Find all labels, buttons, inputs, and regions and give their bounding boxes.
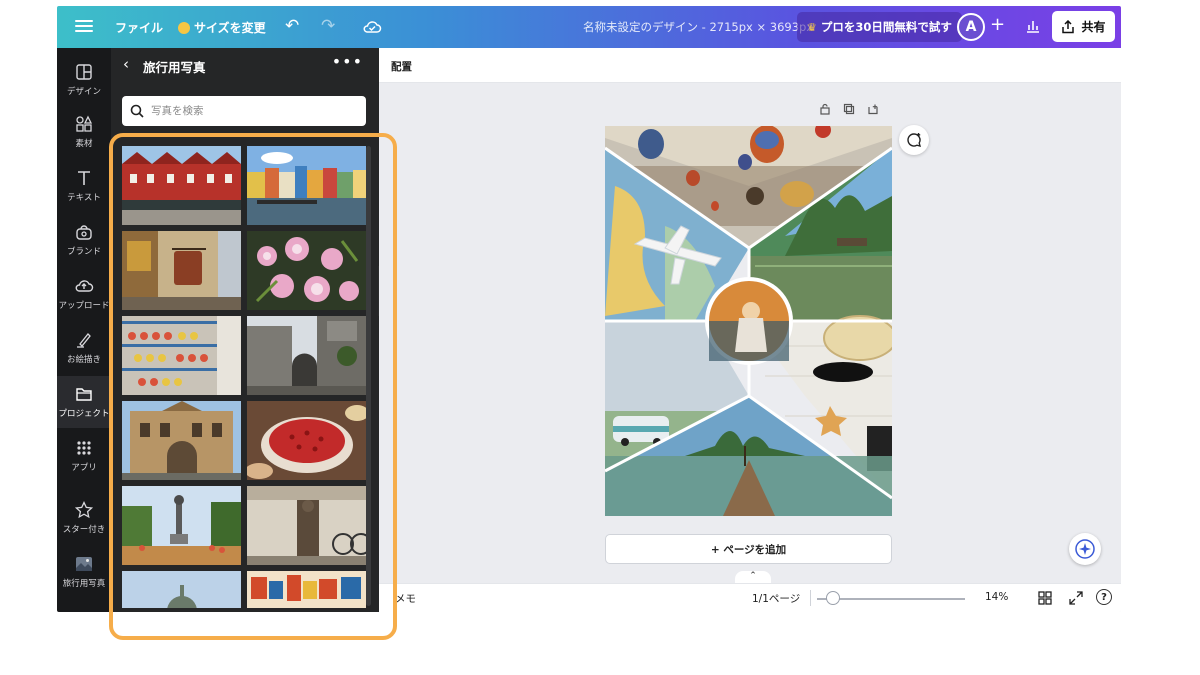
rail-item-draw[interactable]: お絵描き — [57, 330, 111, 370]
rail-label: アップロード — [58, 301, 110, 311]
menu-icon[interactable] — [75, 17, 93, 35]
resize-button[interactable]: サイズを変更 — [178, 19, 266, 36]
sparkle-icon — [1075, 539, 1095, 559]
add-comment-button[interactable] — [899, 125, 929, 155]
divider — [810, 590, 811, 606]
search-input[interactable] — [151, 105, 341, 117]
rail-label: 旅行用写真 — [62, 579, 106, 589]
photo-thumbnail[interactable] — [122, 571, 241, 608]
rail-item-travel-photos[interactable]: 旅行用写真 — [57, 554, 111, 594]
draw-icon — [77, 333, 91, 348]
redo-icon[interactable]: ↷ — [321, 16, 335, 36]
left-rail: デザイン 素材 テキスト ブランド アップロード お絵描き プロジェクト アプリ… — [57, 48, 111, 612]
context-toolbar: 配置 — [379, 48, 1121, 83]
avatar[interactable]: A — [957, 13, 985, 41]
photo-thumbnail[interactable] — [247, 486, 366, 565]
zoom-level[interactable]: 14% — [985, 591, 1008, 603]
photo-thumb-icon — [76, 557, 92, 571]
zoom-slider-knob[interactable] — [826, 591, 840, 605]
photo-thumbnail[interactable] — [122, 486, 241, 565]
canvas-area: + ページを追加 ⌃ — [379, 83, 1121, 585]
more-options-icon[interactable]: ••• — [332, 52, 363, 71]
rail-label: プロジェクト — [58, 409, 110, 419]
bottom-bar: メモ 1/1ページ 14% ? — [379, 583, 1121, 612]
crown-icon: ♛ — [807, 20, 817, 34]
photo-thumbnail[interactable] — [247, 316, 366, 395]
panel-title: 旅行用写真 — [143, 60, 206, 75]
shapes-icon — [76, 115, 93, 132]
text-icon — [78, 171, 90, 185]
add-page-button[interactable]: + ページを追加 — [605, 534, 892, 564]
comment-plus-icon — [907, 133, 921, 147]
rail-label: お絵描き — [66, 355, 101, 365]
rail-item-apps[interactable]: アプリ — [57, 438, 111, 478]
rail-item-elements[interactable]: 素材 — [57, 114, 111, 154]
plus-icon[interactable]: + — [990, 14, 1005, 35]
photo-thumbnail[interactable] — [247, 571, 366, 608]
rail-label: スター付き — [62, 525, 106, 535]
folder-icon — [76, 388, 92, 401]
lock-icon[interactable] — [819, 103, 831, 115]
photo-grid — [122, 146, 366, 608]
insights-icon[interactable] — [1025, 18, 1041, 34]
photo-thumbnail[interactable] — [122, 146, 241, 225]
photo-thumbnail[interactable] — [122, 401, 241, 480]
photo-thumbnail[interactable] — [247, 146, 366, 225]
fullscreen-icon[interactable] — [1069, 591, 1083, 605]
grid-view-icon[interactable] — [1038, 591, 1052, 605]
try-pro-label: プロを30日間無料で試す — [820, 20, 952, 34]
rail-label: アプリ — [71, 463, 97, 473]
file-menu-button[interactable]: ファイル — [115, 19, 163, 36]
photo-thumbnail[interactable] — [247, 401, 366, 480]
page-count[interactable]: 1/1ページ — [752, 591, 800, 606]
position-button[interactable]: 配置 — [391, 59, 412, 74]
panel-scrollbar[interactable] — [366, 146, 371, 606]
notes-button[interactable]: メモ — [395, 591, 416, 606]
rail-item-uploads[interactable]: アップロード — [57, 276, 111, 316]
rail-item-projects[interactable]: プロジェクト — [57, 376, 111, 428]
brand-icon — [76, 225, 92, 240]
share-label: 共有 — [1081, 20, 1106, 34]
cloud-save-icon[interactable] — [362, 17, 382, 37]
share-button[interactable]: 共有 — [1052, 11, 1115, 42]
rail-label: 素材 — [75, 139, 93, 149]
try-pro-button[interactable]: ♛ プロを30日間無料で試す — [797, 12, 962, 42]
star-icon — [74, 500, 94, 519]
rail-label: デザイン — [66, 87, 101, 97]
rail-item-text[interactable]: テキスト — [57, 168, 111, 208]
layout-icon — [76, 64, 92, 80]
share-icon — [1062, 19, 1075, 33]
rail-label: テキスト — [67, 193, 101, 203]
rail-item-design[interactable]: デザイン — [57, 62, 111, 102]
magic-assistant-button[interactable] — [1069, 533, 1101, 565]
back-chevron-icon[interactable]: ‹ — [123, 55, 129, 73]
search-icon — [130, 104, 144, 118]
resize-label: サイズを変更 — [194, 21, 266, 35]
photo-thumbnail[interactable] — [122, 231, 241, 310]
photo-thumbnail[interactable] — [122, 316, 241, 395]
design-page[interactable] — [605, 126, 892, 516]
apps-icon — [77, 441, 91, 455]
top-bar: ファイル サイズを変更 ↶ ↷ 名称未設定のデザイン - 2715px × 36… — [57, 6, 1121, 48]
rail-label: ブランド — [66, 247, 101, 257]
page-tools — [819, 103, 879, 115]
upload-icon — [75, 280, 94, 292]
undo-icon[interactable]: ↶ — [285, 16, 299, 36]
rail-item-starred[interactable]: スター付き — [57, 500, 111, 540]
editor-window: ファイル サイズを変更 ↶ ↷ 名称未設定のデザイン - 2715px × 36… — [57, 6, 1121, 612]
search-box[interactable] — [122, 96, 366, 126]
photo-thumbnail[interactable] — [247, 231, 366, 310]
duplicate-icon[interactable] — [843, 103, 855, 115]
document-title[interactable]: 名称未設定のデザイン - 2715px × 3693px — [583, 19, 813, 35]
add-page-icon[interactable] — [867, 103, 879, 115]
rail-item-brand[interactable]: ブランド — [57, 222, 111, 262]
help-button[interactable]: ? — [1096, 589, 1112, 605]
crown-icon — [178, 21, 190, 34]
photos-panel: ‹ 旅行用写真 ••• — [111, 48, 379, 612]
